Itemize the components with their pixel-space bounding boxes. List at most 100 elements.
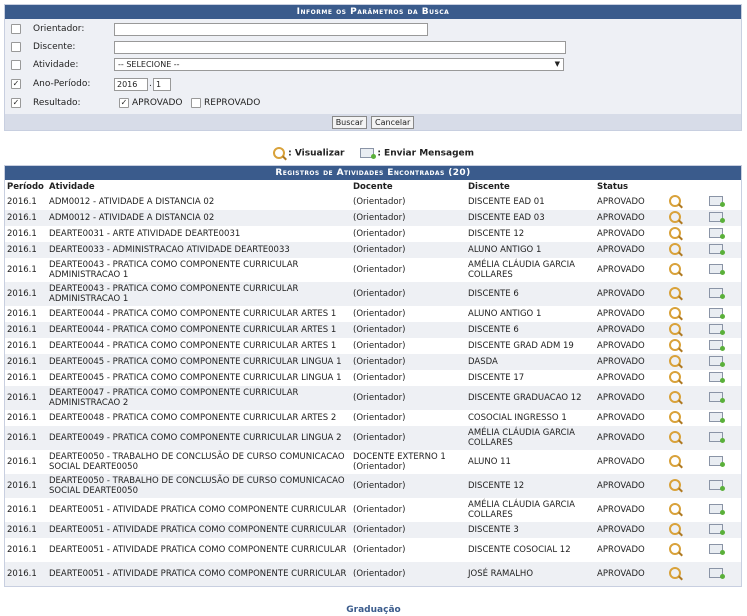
cell-periodo: 2016.1	[5, 282, 47, 306]
legend-send-label: : Enviar Mensagem	[377, 148, 475, 159]
view-magnifier-icon[interactable]	[669, 194, 681, 207]
send-envelope-icon[interactable]	[709, 523, 725, 535]
cell-docente: (Orientador)	[351, 210, 466, 226]
orientador-label: Orientador:	[33, 24, 85, 34]
send-envelope-icon[interactable]	[709, 263, 725, 275]
footer-link-graduacao[interactable]: Graduação	[0, 605, 747, 615]
send-envelope-icon[interactable]	[709, 479, 725, 491]
orientador-checkbox[interactable]	[11, 24, 21, 34]
cell-periodo: 2016.1	[5, 538, 47, 562]
cell-atividade: DEARTE0049 - PRATICA COMO COMPONENTE CUR…	[47, 426, 351, 450]
cell-status: APROVADO	[595, 426, 667, 450]
send-envelope-icon[interactable]	[709, 503, 725, 515]
cell-atividade: DEARTE0051 - ATIVIDADE PRATICA COMO COMP…	[47, 538, 351, 562]
view-magnifier-icon[interactable]	[669, 542, 681, 555]
table-row: 2016.1 DEARTE0050 - TRABALHO DE CONCLUSÃO…	[5, 474, 741, 498]
send-envelope-icon[interactable]	[709, 391, 725, 403]
discente-input[interactable]	[114, 40, 566, 54]
cell-docente: (Orientador)	[351, 386, 466, 410]
cell-discente: DISCENTE 3	[466, 522, 595, 538]
search-button[interactable]: Buscar	[331, 115, 368, 129]
cell-periodo: 2016.1	[5, 242, 47, 258]
col-status: Status	[595, 180, 667, 194]
table-row: 2016.1 DEARTE0051 - ATIVIDADE PRATICA COM…	[5, 522, 741, 538]
send-envelope-icon[interactable]	[709, 195, 725, 207]
discente-checkbox[interactable]	[11, 42, 21, 52]
view-cell	[667, 306, 707, 322]
send-envelope-icon[interactable]	[709, 339, 725, 351]
cell-docente: (Orientador)	[351, 306, 466, 322]
send-cell	[707, 370, 741, 386]
send-envelope-icon[interactable]	[709, 567, 725, 579]
aprovado-label: APROVADO	[132, 98, 183, 108]
view-magnifier-icon[interactable]	[669, 390, 681, 403]
view-magnifier-icon[interactable]	[669, 354, 681, 367]
view-magnifier-icon[interactable]	[669, 478, 681, 491]
legend-view-label: : Visualizar	[288, 148, 345, 159]
send-envelope-icon[interactable]	[709, 543, 725, 555]
cell-status: APROVADO	[595, 538, 667, 562]
send-cell	[707, 538, 741, 562]
send-envelope-icon[interactable]	[709, 307, 725, 319]
cell-status: APROVADO	[595, 242, 667, 258]
view-cell	[667, 498, 707, 522]
view-magnifier-icon[interactable]	[669, 370, 681, 383]
send-envelope-icon[interactable]	[709, 455, 725, 467]
cell-docente: (Orientador)	[351, 474, 466, 498]
ano-input[interactable]: 2016	[114, 77, 148, 91]
send-envelope-icon[interactable]	[709, 411, 725, 423]
resultado-checkbox[interactable]: ✓	[11, 98, 21, 108]
cell-status: APROVADO	[595, 210, 667, 226]
cell-docente: (Orientador)	[351, 258, 466, 282]
send-envelope-icon[interactable]	[709, 287, 725, 299]
view-magnifier-icon[interactable]	[669, 430, 681, 443]
send-envelope-icon[interactable]	[709, 227, 725, 239]
atividade-checkbox[interactable]	[11, 60, 21, 70]
view-magnifier-icon[interactable]	[669, 322, 681, 335]
cell-status: APROVADO	[595, 386, 667, 410]
periodo-input[interactable]: 1	[153, 77, 171, 91]
reprovado-checkbox[interactable]	[191, 98, 201, 108]
table-row: 2016.1 DEARTE0051 - ATIVIDADE PRATICA COM…	[5, 498, 741, 522]
atividade-select[interactable]: -- SELECIONE -- ▼	[114, 58, 564, 71]
orientador-input[interactable]	[114, 22, 428, 36]
send-cell	[707, 226, 741, 242]
send-envelope-icon[interactable]	[709, 211, 725, 223]
view-magnifier-icon[interactable]	[669, 210, 681, 223]
col-atividade: Atividade	[47, 180, 351, 194]
ano-periodo-checkbox[interactable]: ✓	[11, 79, 21, 89]
view-magnifier-icon[interactable]	[669, 242, 681, 255]
view-magnifier-icon[interactable]	[669, 522, 681, 535]
view-magnifier-icon[interactable]	[669, 306, 681, 319]
send-envelope-icon[interactable]	[709, 323, 725, 335]
view-magnifier-icon[interactable]	[669, 262, 681, 275]
view-magnifier-icon[interactable]	[669, 454, 681, 467]
send-envelope-icon[interactable]	[709, 431, 725, 443]
cell-atividade: DEARTE0044 - PRATICA COMO COMPONENTE CUR…	[47, 322, 351, 338]
cell-docente: (Orientador)	[351, 562, 466, 586]
view-magnifier-icon[interactable]	[669, 410, 681, 423]
view-magnifier-icon[interactable]	[669, 226, 681, 239]
cell-docente: (Orientador)	[351, 338, 466, 354]
send-cell	[707, 242, 741, 258]
col-view	[667, 180, 707, 194]
cell-docente: (Orientador)	[351, 426, 466, 450]
view-magnifier-icon[interactable]	[669, 286, 681, 299]
cell-atividade: ADM0012 - ATIVIDADE A DISTANCIA 02	[47, 194, 351, 210]
view-magnifier-icon[interactable]	[669, 338, 681, 351]
view-magnifier-icon[interactable]	[669, 566, 681, 579]
chevron-down-icon: ▼	[554, 60, 560, 68]
aprovado-checkbox[interactable]: ✓	[119, 98, 129, 108]
cell-status: APROVADO	[595, 194, 667, 210]
view-magnifier-icon[interactable]	[669, 502, 681, 515]
send-envelope-icon[interactable]	[709, 355, 725, 367]
cell-docente: (Orientador)	[351, 538, 466, 562]
cell-status: APROVADO	[595, 338, 667, 354]
cell-discente: DISCENTE EAD 03	[466, 210, 595, 226]
cell-atividade: DEARTE0048 - PRATICA COMO COMPONENTE CUR…	[47, 410, 351, 426]
send-envelope-icon[interactable]	[709, 371, 725, 383]
cancel-button[interactable]: Cancelar	[371, 115, 415, 129]
send-envelope-icon[interactable]	[709, 243, 725, 255]
button-bar: Buscar Cancelar	[5, 114, 741, 130]
cell-docente: (Orientador)	[351, 410, 466, 426]
